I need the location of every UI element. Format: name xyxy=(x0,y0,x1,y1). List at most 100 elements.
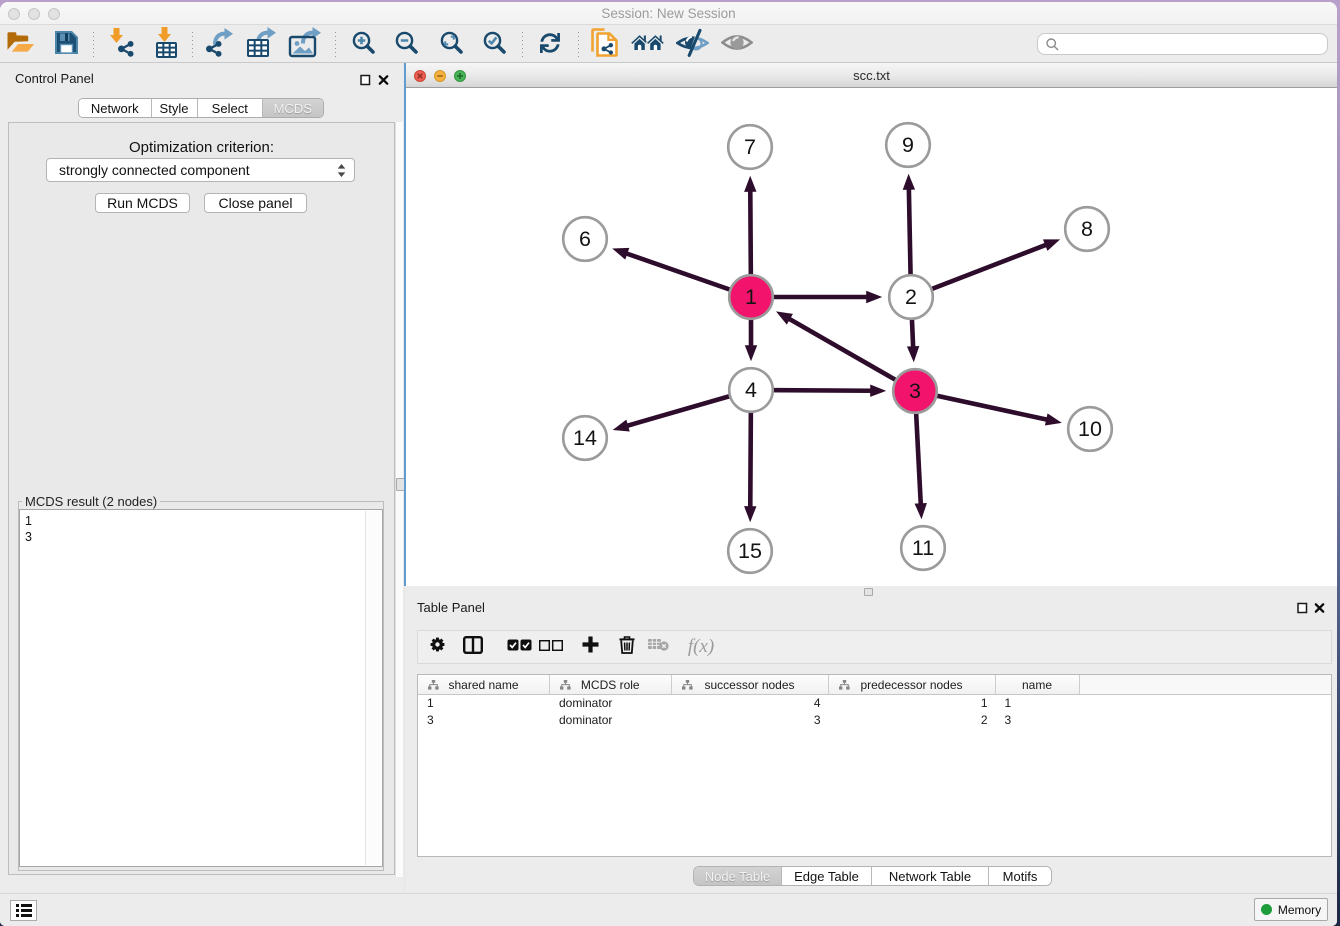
table-header-row: shared name MCDS rolesuccessor nodesprede… xyxy=(418,675,1331,695)
column-header-shared-name[interactable]: shared name xyxy=(418,675,550,694)
import-table-from-file-icon xyxy=(151,27,181,63)
node-label-1: 1 xyxy=(745,285,757,309)
import-table-from-file-button[interactable] xyxy=(148,28,184,62)
task-history-button[interactable] xyxy=(10,900,37,921)
open-file-icon xyxy=(4,30,38,61)
column-header-successor-nodes[interactable]: successor nodes xyxy=(672,675,829,694)
export-image-button[interactable] xyxy=(287,28,323,62)
optimization-criterion-label: Optimization criterion: xyxy=(9,139,394,156)
search-icon xyxy=(1046,38,1059,51)
column-header-label: shared name xyxy=(448,678,518,692)
control-panel-scrollbar[interactable] xyxy=(395,122,403,877)
export-network-icon xyxy=(204,27,235,63)
apply-layout-button[interactable] xyxy=(532,28,568,62)
control-panel-title: Control Panel xyxy=(15,71,94,86)
table-tab-motifs[interactable]: Motifs xyxy=(989,867,1051,885)
table-tab-edge-table[interactable]: Edge Table xyxy=(782,867,872,885)
control-panel-float-icon[interactable] xyxy=(360,73,371,85)
memory-label: Memory xyxy=(1278,903,1321,917)
import-network-from-file-button[interactable] xyxy=(104,28,140,62)
run-mcds-button[interactable]: Run MCDS xyxy=(95,193,190,213)
search-input[interactable] xyxy=(1064,37,1327,51)
tree-icon xyxy=(839,680,850,690)
memory-button[interactable]: Memory xyxy=(1254,898,1328,921)
network-window-titlebar[interactable]: scc.txt xyxy=(406,63,1337,88)
node-label-15: 15 xyxy=(738,539,762,563)
edge-arrowhead xyxy=(745,345,757,361)
table-panel-float-icon[interactable] xyxy=(1297,601,1308,613)
export-table-button[interactable] xyxy=(243,28,279,62)
tree-icon xyxy=(682,680,693,690)
column-header-MCDS-role[interactable]: MCDS role xyxy=(550,675,672,694)
export-network-button[interactable] xyxy=(201,28,237,62)
node-label-2: 2 xyxy=(905,285,917,309)
export-image-icon xyxy=(288,27,322,63)
tree-icon xyxy=(560,680,571,690)
main-titlebar: Session: New Session xyxy=(0,2,1337,25)
toggle-panes-button[interactable] xyxy=(458,631,488,663)
node-label-11: 11 xyxy=(912,536,934,560)
zoom-out-button[interactable] xyxy=(388,28,424,62)
column-settings-button[interactable] xyxy=(422,631,452,663)
search-box[interactable] xyxy=(1037,33,1328,55)
fit-content-button[interactable] xyxy=(433,28,469,62)
main-toolbar xyxy=(0,25,1337,63)
horizontal-divider-grip[interactable] xyxy=(864,588,873,596)
delete-columns-button[interactable] xyxy=(612,631,642,663)
unselect-all-columns-icon xyxy=(539,638,563,656)
toolbar-separator xyxy=(522,32,523,57)
hide-graphics-details-button[interactable] xyxy=(674,28,710,62)
control-tab-select[interactable]: Select xyxy=(198,99,264,117)
zoom-selected-button[interactable] xyxy=(476,28,512,62)
control-panel-close-icon[interactable] xyxy=(378,73,389,85)
control-tab-network[interactable]: Network xyxy=(79,99,152,117)
table-panel-close-icon[interactable] xyxy=(1314,601,1325,613)
select-all-columns-button[interactable] xyxy=(504,631,534,663)
import-network-from-file-icon xyxy=(107,27,138,63)
tree-icon xyxy=(428,680,439,690)
edge-arrowhead xyxy=(1045,413,1062,425)
mcds-result-group-title: MCDS result (2 nodes) xyxy=(22,494,160,509)
node-label-14: 14 xyxy=(573,426,597,450)
memory-status-dot xyxy=(1261,904,1272,915)
node-label-8: 8 xyxy=(1081,217,1093,241)
open-file-button[interactable] xyxy=(3,28,39,62)
delete-table-icon xyxy=(648,638,669,656)
criterion-select[interactable]: strongly connected component xyxy=(46,158,355,182)
network-canvas[interactable]: 1234678910111415 xyxy=(406,88,1337,586)
first-neighbors-button[interactable] xyxy=(630,28,666,62)
column-header-name[interactable]: name xyxy=(996,675,1080,694)
new-network-from-selection-button[interactable] xyxy=(586,28,622,62)
zoom-in-icon xyxy=(352,31,375,59)
zoom-selected-icon xyxy=(483,31,506,59)
table-row[interactable]: 1dominator411 xyxy=(418,695,1331,712)
node-label-7: 7 xyxy=(744,135,756,159)
fit-content-icon xyxy=(440,31,463,59)
column-header-filler xyxy=(1080,675,1332,694)
edge-arrowhead xyxy=(744,176,756,192)
unselect-all-columns-button[interactable] xyxy=(536,631,566,663)
control-tab-style[interactable]: Style xyxy=(152,99,198,117)
create-new-column-button[interactable] xyxy=(575,631,605,663)
function-builder-button: f(x) xyxy=(686,631,716,663)
save-session-icon xyxy=(55,31,78,59)
control-tab-mcds[interactable]: MCDS xyxy=(263,99,323,117)
save-session-button[interactable] xyxy=(48,28,84,62)
birds-eye-view-button[interactable] xyxy=(719,28,755,62)
column-header-predecessor-nodes[interactable]: predecessor nodes xyxy=(829,675,996,694)
select-all-columns-icon xyxy=(507,638,532,656)
edge-arrowhead xyxy=(1043,239,1060,251)
cell-MCDS-role: dominator xyxy=(550,695,672,712)
zoom-in-button[interactable] xyxy=(345,28,381,62)
table-tab-network-table[interactable]: Network Table xyxy=(872,867,989,885)
result-scrollbar[interactable] xyxy=(365,511,381,865)
close-panel-button[interactable]: Close panel xyxy=(204,193,307,213)
table-tab-node-table[interactable]: Node Table xyxy=(694,867,782,885)
table-panel-title: Table Panel xyxy=(417,600,485,615)
cell-predecessor-nodes: 1 xyxy=(829,695,996,712)
network-window-title: scc.txt xyxy=(406,68,1337,83)
cell-name: 1 xyxy=(996,695,1080,712)
mcds-result-list[interactable]: 13 xyxy=(19,509,383,867)
horizontal-split-divider[interactable] xyxy=(406,586,1337,598)
table-row[interactable]: 3dominator323 xyxy=(418,712,1331,729)
